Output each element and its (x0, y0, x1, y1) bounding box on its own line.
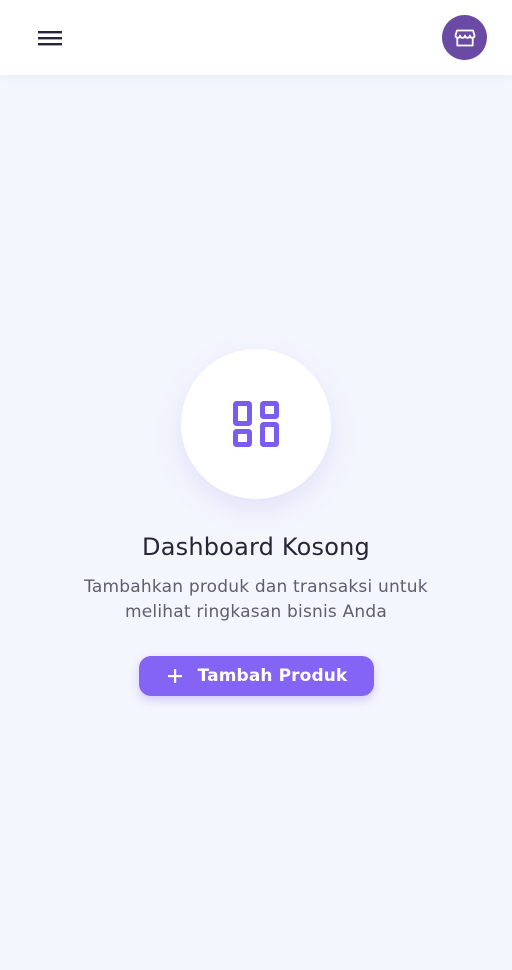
add-product-label: Tambah Produk (197, 666, 348, 686)
plus-icon (165, 666, 185, 686)
empty-icon-circle (181, 349, 331, 499)
dashboard-screen: Dashboard Kosong Tambahkan produk dan tr… (0, 0, 512, 970)
empty-state-description: Tambahkan produk dan transaksi untuk mel… (84, 577, 428, 622)
menu-icon (38, 31, 62, 46)
store-profile-button[interactable] (442, 15, 487, 60)
add-product-button[interactable]: Tambah Produk (138, 656, 374, 696)
top-app-bar (0, 0, 512, 75)
menu-button[interactable] (26, 15, 74, 61)
dashboard-icon (233, 401, 279, 447)
storefront-icon (454, 29, 475, 46)
empty-state-title: Dashboard Kosong (142, 533, 370, 561)
empty-dashboard-state: Dashboard Kosong Tambahkan produk dan tr… (0, 349, 512, 696)
